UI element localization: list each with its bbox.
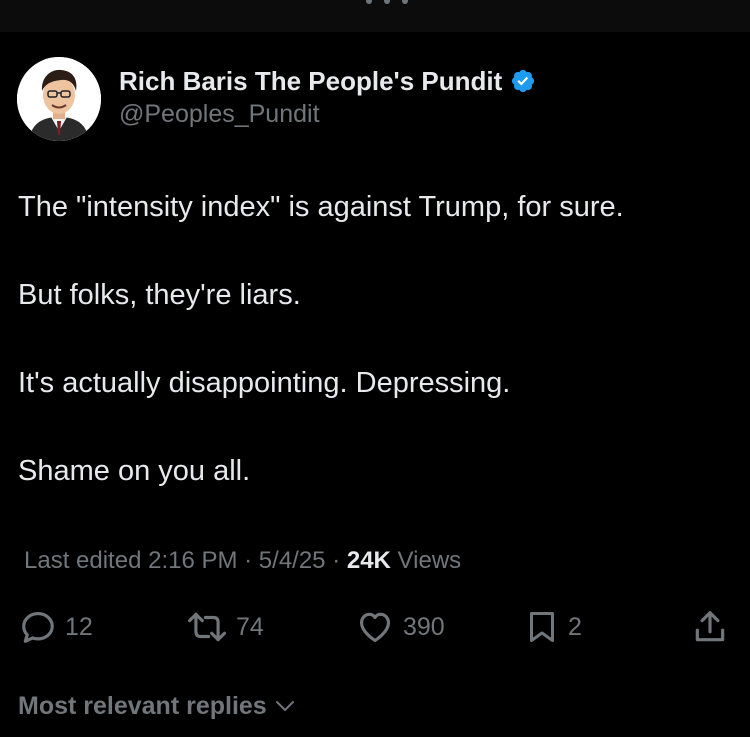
replies-sort-toggle[interactable]: Most relevant replies [18, 689, 297, 723]
share-button[interactable] [691, 607, 729, 647]
bookmark-icon [530, 612, 554, 642]
post-meta: Last edited 2:16 PM · 5/4/25 · 24K Views [24, 545, 461, 577]
top-bar-dot [384, 0, 390, 4]
bookmark-button[interactable]: 2 [524, 607, 582, 647]
meta-separator: · [325, 547, 347, 574]
repost-count: 74 [236, 612, 264, 641]
share-icon [695, 611, 725, 642]
repost-button[interactable]: 74 [186, 607, 264, 647]
heart-icon [359, 612, 391, 643]
replies-sort-label: Most relevant replies [18, 691, 267, 720]
reply-button[interactable]: 12 [19, 607, 93, 647]
top-bar-dot [402, 0, 408, 4]
edited-timestamp[interactable]: Last edited 2:16 PM · 5/4/25 [24, 547, 326, 574]
views-label: Views [390, 547, 462, 574]
reply-count: 12 [65, 612, 93, 641]
post-paragraph: The "intensity index" is against Trump, … [18, 191, 624, 223]
author-name[interactable]: Rich Baris The People's Pundit [119, 66, 502, 97]
avatar[interactable] [17, 57, 101, 141]
verified-badge-icon [510, 68, 536, 94]
author-name-row[interactable]: Rich Baris The People's Pundit [119, 64, 536, 98]
repost-icon [187, 612, 226, 642]
views-count: 24K [346, 547, 391, 574]
avatar-cartoon-portrait [17, 57, 101, 141]
like-button[interactable]: 390 [355, 607, 445, 647]
reply-icon [22, 611, 54, 643]
like-count: 390 [403, 612, 445, 641]
post-paragraph: Shame on you all. [18, 455, 251, 487]
post-paragraph: But folks, they're liars. [18, 279, 301, 311]
top-bar-dot [366, 0, 372, 4]
post-paragraph: It's actually disappointing. Depressing. [18, 367, 511, 399]
author-handle[interactable]: @Peoples_Pundit [119, 100, 320, 129]
bookmark-count: 2 [568, 612, 582, 641]
chevron-down-icon [275, 701, 294, 711]
top-bar [0, 0, 750, 32]
